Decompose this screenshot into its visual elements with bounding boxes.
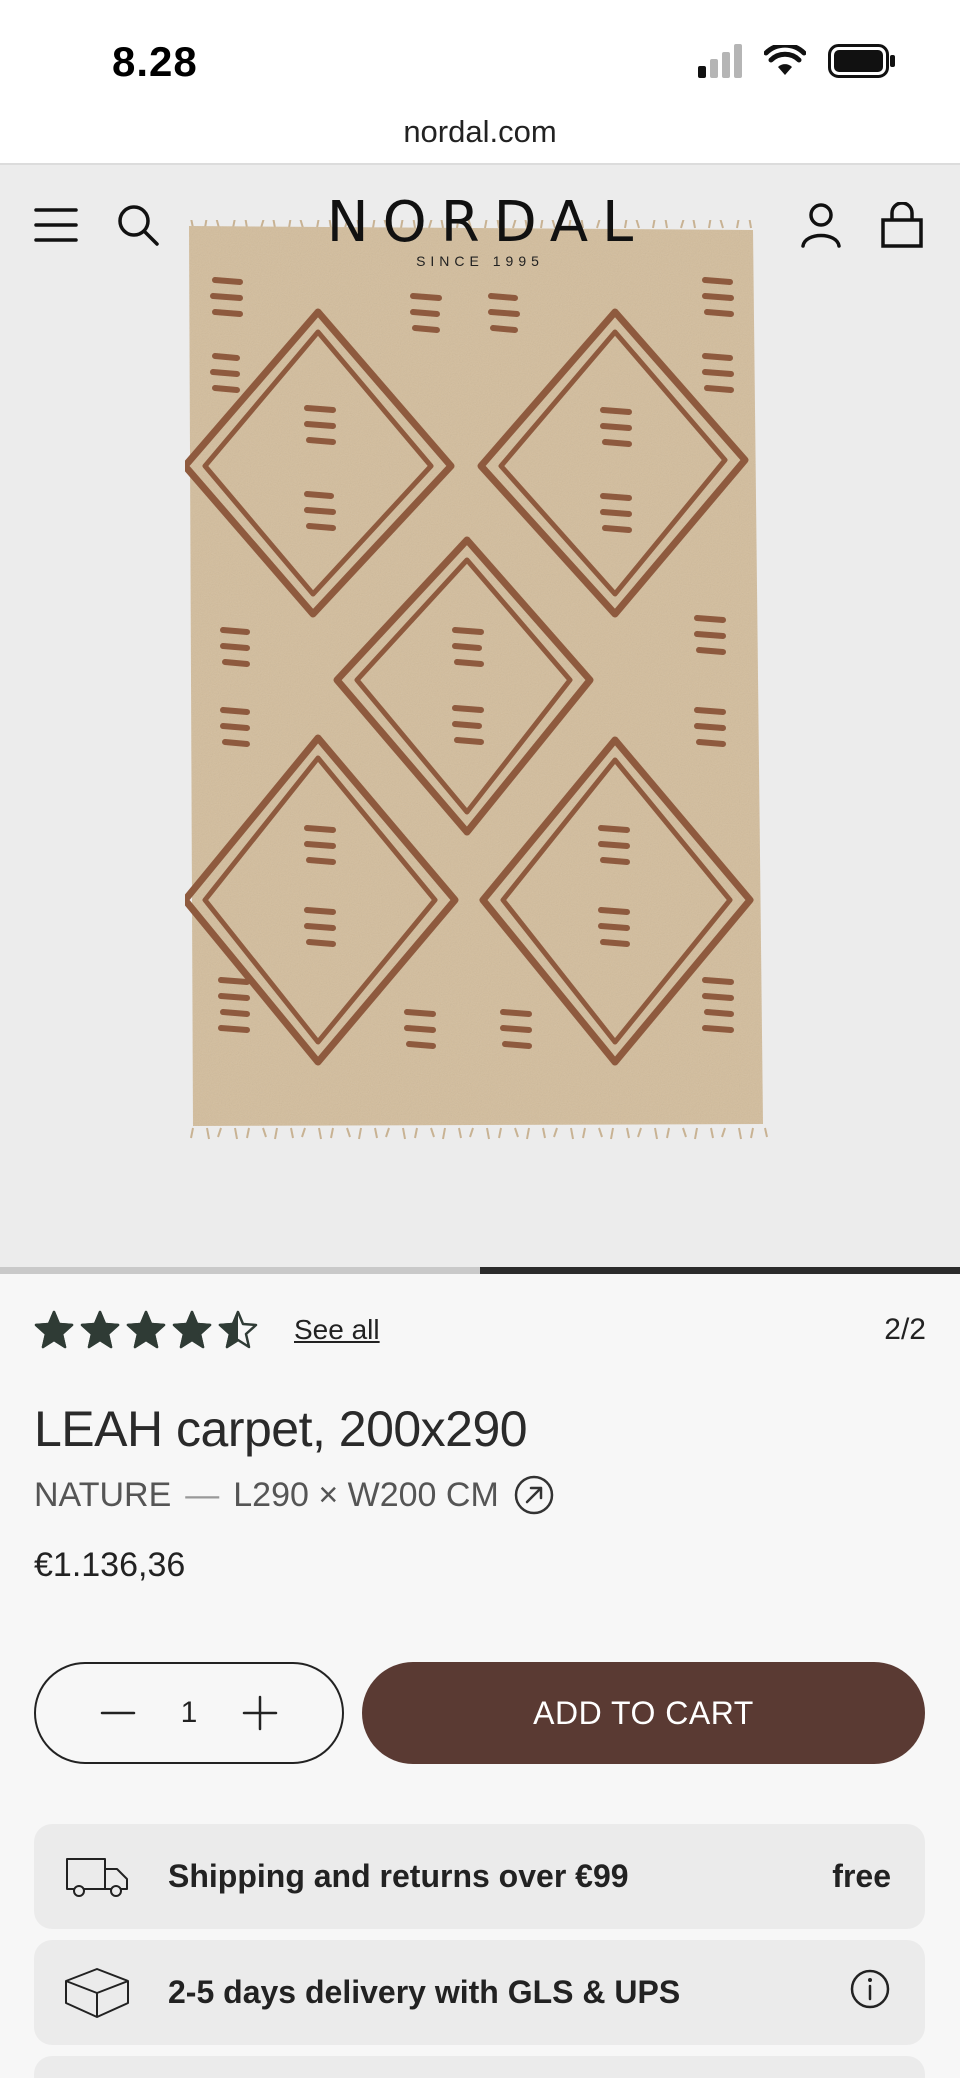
delivery-info-text: 2-5 days delivery with GLS & UPS [168, 1974, 681, 2010]
product-gallery[interactable]: NORDAL SINCE 1995 [0, 165, 960, 1270]
info-icon [850, 1969, 890, 2008]
quantity-value[interactable]: 1 [181, 1696, 198, 1730]
gallery-progress-fill [480, 1267, 960, 1274]
minus-icon[interactable] [98, 1693, 138, 1733]
info-button[interactable] [849, 1968, 891, 2018]
star-full-icon [126, 1310, 166, 1349]
box-icon [62, 1965, 132, 2021]
variant-color: NATURE [34, 1475, 172, 1514]
star-half-icon [218, 1310, 258, 1349]
product-image-rug [185, 220, 768, 1140]
product-price: €1.136,36 [34, 1546, 186, 1584]
shipping-info-value: free [832, 1858, 891, 1894]
shipping-info-card[interactable]: Shipping and returns over €99 free [34, 1824, 925, 1929]
see-all-reviews-link[interactable]: See all [294, 1314, 380, 1346]
plus-icon[interactable] [240, 1693, 280, 1733]
star-full-icon [34, 1310, 74, 1349]
product-variant: NATURE — L290 × W200 CM [34, 1474, 555, 1516]
cellular-signal-icon [698, 44, 742, 78]
gallery-progress-bar [0, 1267, 960, 1274]
user-icon [801, 203, 841, 248]
truck-icon [62, 1855, 132, 1899]
status-time: 8.28 [112, 38, 198, 85]
address-bar[interactable]: nordal.com [0, 110, 960, 165]
variant-separator: — [185, 1475, 220, 1514]
url-text: nordal.com [403, 114, 557, 149]
external-link-icon[interactable] [513, 1474, 555, 1516]
variant-dimensions: L290 × W200 CM [233, 1475, 499, 1514]
star-rating [34, 1310, 258, 1350]
status-bar: 8.28 [0, 0, 960, 110]
product-title: LEAH carpet, 200x290 [34, 1401, 528, 1457]
add-to-cart-button[interactable]: ADD TO CART [362, 1662, 925, 1764]
account-button[interactable] [791, 195, 851, 255]
shopping-bag-icon [881, 202, 923, 248]
rating-row: See all 2/2 [34, 1305, 926, 1355]
shipping-info-text: Shipping and returns over €99 [168, 1858, 629, 1894]
delivery-info-card[interactable]: 2-5 days delivery with GLS & UPS [34, 1940, 925, 2045]
logo-tagline: SINCE 1995 [416, 253, 544, 269]
quantity-stepper: 1 [34, 1662, 344, 1764]
cart-button[interactable] [872, 195, 932, 255]
battery-icon [828, 44, 895, 78]
additional-info-card[interactable] [34, 2056, 925, 2078]
wifi-icon [764, 45, 806, 75]
star-full-icon [172, 1310, 212, 1349]
gallery-counter: 2/2 [884, 1313, 926, 1346]
status-icons [698, 44, 896, 78]
star-full-icon [80, 1310, 120, 1349]
